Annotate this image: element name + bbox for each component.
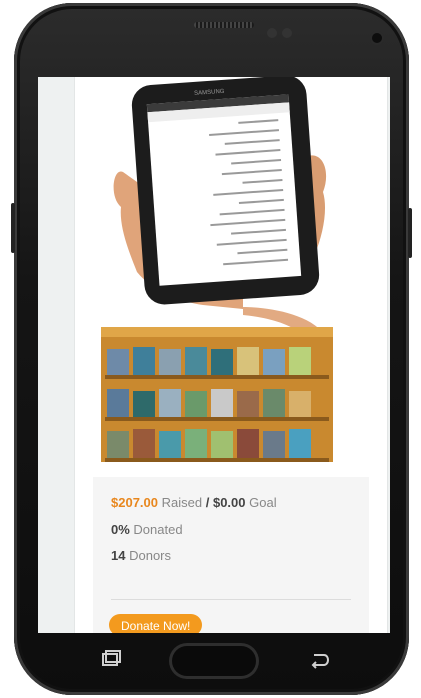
campaign-card: SAMSUNG $207.00 Raised / $0.00 Goal 0% D… (74, 77, 388, 633)
raised-amount: $207.00 (111, 495, 158, 510)
earpiece-speaker (194, 22, 254, 28)
raised-row: $207.00 Raised / $0.00 Goal (111, 495, 277, 510)
screen: SAMSUNG $207.00 Raised / $0.00 Goal 0% D… (38, 77, 390, 633)
percent-donated: 0% (111, 522, 130, 537)
back-icon[interactable] (308, 650, 330, 674)
tablet-bookshelf-illustration: SAMSUNG (101, 77, 333, 462)
goal-label: Goal (249, 495, 277, 510)
front-camera (372, 33, 382, 43)
volume-button (11, 203, 15, 253)
tablet-device: SAMSUNG (131, 77, 320, 305)
goal-amount: $0.00 (212, 495, 246, 510)
percent-row: 0% Donated (111, 522, 183, 537)
home-button[interactable] (172, 646, 256, 676)
divider (111, 599, 351, 600)
proximity-sensor (267, 28, 277, 38)
percent-label: Donated (133, 522, 183, 537)
donors-count: 14 (111, 548, 126, 563)
light-sensor (282, 28, 292, 38)
bookshelf-screenshot (101, 327, 333, 462)
raised-label: Raised (161, 495, 203, 510)
donors-label: Donors (129, 548, 172, 563)
power-button (408, 208, 412, 258)
donate-now-button[interactable]: Donate Now! (109, 614, 203, 633)
recent-apps-icon[interactable] (100, 650, 122, 674)
campaign-stats: $207.00 Raised / $0.00 Goal 0% Donated 1… (93, 477, 369, 633)
hardware-navbar (64, 640, 364, 684)
separator: / (205, 495, 210, 510)
campaign-image: SAMSUNG (93, 77, 369, 477)
donors-row: 14 Donors (111, 548, 171, 563)
